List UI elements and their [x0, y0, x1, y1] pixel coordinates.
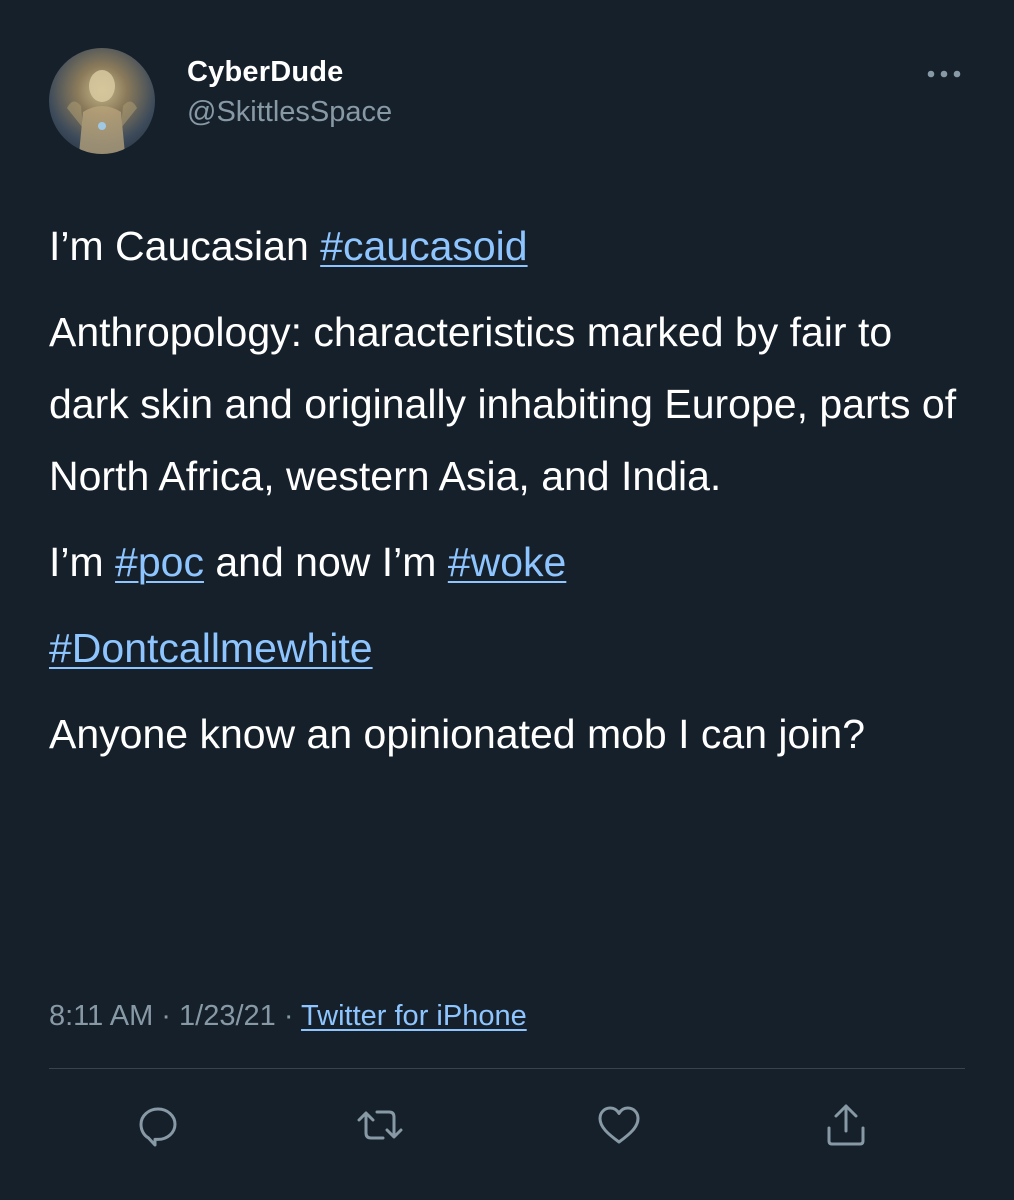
more-icon: [927, 70, 961, 78]
tweet-line-1: I’m Caucasian #caucasoid: [49, 210, 969, 282]
hashtag-poc[interactable]: #poc: [115, 539, 204, 585]
retweet-button[interactable]: [355, 1100, 405, 1150]
hashtag-woke[interactable]: #woke: [448, 539, 567, 585]
retweet-icon: [357, 1110, 403, 1140]
reply-button[interactable]: [133, 1100, 183, 1150]
tweet-text-segment: I’m: [49, 539, 116, 585]
tweet-line-3: I’m #poc and now I’m #woke: [49, 526, 969, 598]
share-icon: [827, 1104, 865, 1146]
share-button[interactable]: [821, 1100, 871, 1150]
hashtag-caucasoid[interactable]: #caucasoid: [320, 223, 527, 269]
tweet-detail: CyberDude @SkittlesSpace I’m Caucasian #…: [0, 0, 1014, 1200]
meta-separator: ·: [275, 1000, 302, 1032]
avatar[interactable]: [49, 48, 155, 154]
action-bar: [0, 1090, 1014, 1160]
tweet-text: I’m Caucasian #caucasoid Anthropology: c…: [49, 210, 969, 770]
tweet-paragraph-5: Anyone know an opinionated mob I can joi…: [49, 711, 866, 757]
tweet-date[interactable]: 1/23/21: [179, 1000, 276, 1032]
tweet-text-segment: I’m Caucasian: [49, 223, 321, 269]
more-options-button[interactable]: [924, 62, 964, 86]
divider: [49, 1068, 965, 1069]
tweet-time[interactable]: 8:11 AM: [49, 1000, 153, 1032]
avatar-image: [67, 70, 137, 154]
like-icon: [598, 1106, 640, 1144]
tweet-paragraph-2: Anthropology: characteristics marked by …: [49, 309, 957, 499]
author-display-name[interactable]: CyberDude: [187, 56, 344, 89]
tweet-source-link[interactable]: Twitter for iPhone: [301, 1000, 527, 1032]
reply-icon: [139, 1107, 177, 1147]
tweet-text-segment: and now I’m: [203, 539, 448, 585]
tweet-meta: 8:11 AM · 1/23/21 · Twitter for iPhone: [49, 1000, 527, 1033]
hashtag-dontcallmewhite[interactable]: #Dontcallmewhite: [49, 625, 373, 671]
tweet-line-4: #Dontcallmewhite: [49, 612, 969, 684]
meta-separator: ·: [153, 1000, 180, 1032]
like-button[interactable]: [594, 1100, 644, 1150]
author-handle[interactable]: @SkittlesSpace: [187, 96, 392, 129]
